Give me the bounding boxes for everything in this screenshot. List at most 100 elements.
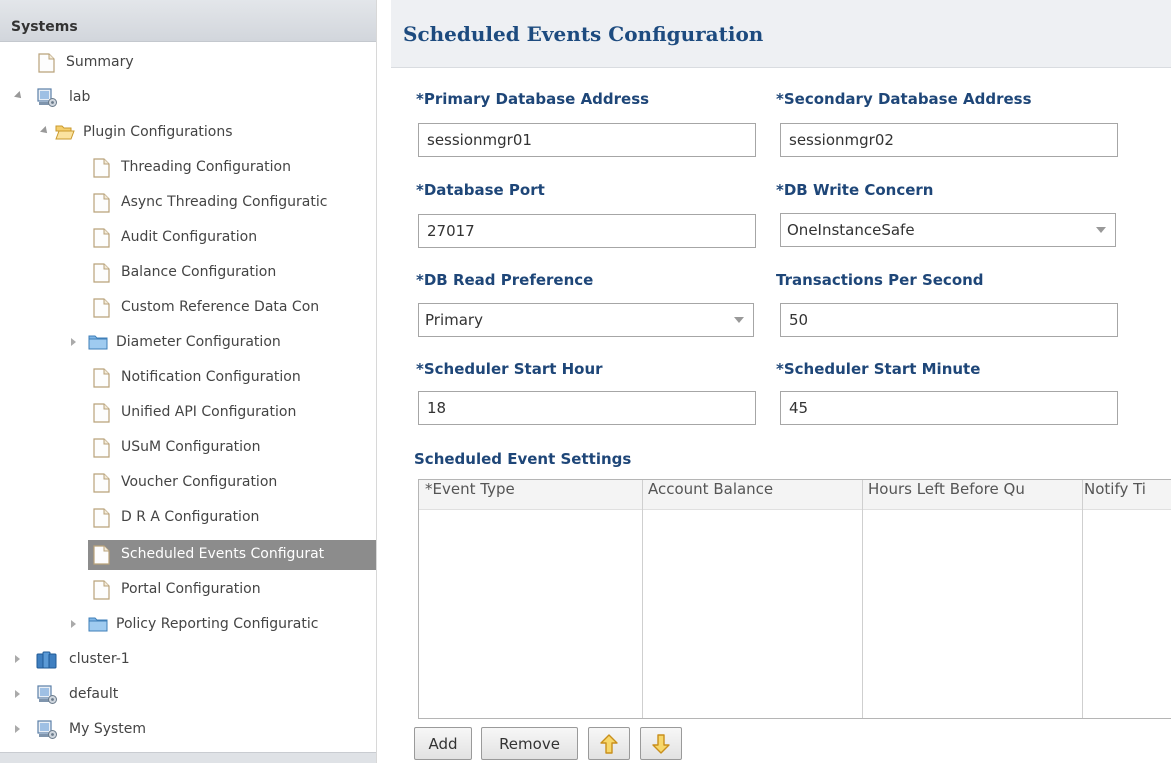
scheduled-event-settings-title: Scheduled Event Settings bbox=[414, 450, 632, 468]
expander-open-icon[interactable] bbox=[14, 91, 25, 103]
expander-closed-icon[interactable] bbox=[15, 725, 25, 735]
tree-item-label: Portal Configuration bbox=[121, 581, 261, 597]
expander-closed-icon[interactable] bbox=[71, 620, 81, 630]
folder-closed-icon bbox=[88, 333, 108, 353]
system-icon bbox=[36, 685, 57, 705]
column-header-hours-left[interactable]: Hours Left Before Qu bbox=[862, 480, 1082, 510]
primary-db-address-label: *Primary Database Address bbox=[416, 90, 650, 108]
db-port-label: *Database Port bbox=[416, 181, 545, 199]
cluster-icon bbox=[36, 650, 57, 670]
db-write-concern-value: OneInstanceSafe bbox=[787, 221, 915, 239]
add-button[interactable]: Add bbox=[414, 727, 472, 760]
db-read-preference-label: *DB Read Preference bbox=[416, 271, 594, 289]
expander-open-icon[interactable] bbox=[40, 126, 51, 138]
tree-item-label: lab bbox=[69, 89, 91, 105]
tree-item-label: Threading Configuration bbox=[121, 159, 291, 175]
document-icon bbox=[93, 228, 111, 248]
expander-closed-icon[interactable] bbox=[15, 690, 25, 700]
tree-item-label: Unified API Configuration bbox=[121, 404, 297, 420]
systems-tree-panel: Systems Summary lab Plugin Configurations T… bbox=[0, 0, 377, 763]
move-up-button[interactable] bbox=[588, 727, 630, 760]
column-divider bbox=[642, 480, 643, 718]
page-title: Scheduled Events Configuration bbox=[403, 22, 764, 46]
tree-item-label: D R A Configuration bbox=[121, 509, 260, 525]
tree-item-audit-configuration[interactable]: Audit Configuration bbox=[0, 223, 376, 253]
document-icon bbox=[38, 53, 56, 73]
scheduler-start-hour-label: *Scheduler Start Hour bbox=[416, 360, 603, 378]
tree-item-portal-configuration[interactable]: Portal Configuration bbox=[0, 575, 376, 605]
tree-item-plugin-configurations[interactable]: Plugin Configurations bbox=[0, 118, 376, 148]
systems-panel-title: Systems bbox=[11, 19, 78, 35]
tree-item-notification-configuration[interactable]: Notification Configuration bbox=[0, 363, 376, 393]
expander-closed-icon[interactable] bbox=[15, 655, 25, 665]
db-read-preference-value: Primary bbox=[425, 311, 483, 329]
arrow-down-icon bbox=[652, 733, 670, 754]
folder-open-icon bbox=[55, 123, 75, 143]
tree-item-label: Voucher Configuration bbox=[121, 474, 278, 490]
tree-item-policy-reporting-configuratic[interactable]: Policy Reporting Configuratic bbox=[0, 610, 376, 640]
tree-item-label: Balance Configuration bbox=[121, 264, 277, 280]
move-down-button[interactable] bbox=[640, 727, 682, 760]
tree-item-usum-configuration[interactable]: USuM Configuration bbox=[0, 433, 376, 463]
scheduler-start-hour-input[interactable] bbox=[418, 391, 756, 425]
column-divider bbox=[862, 480, 863, 718]
tree-item-cluster-1[interactable]: cluster-1 bbox=[0, 645, 376, 675]
transactions-per-second-label: Transactions Per Second bbox=[776, 271, 984, 289]
tree-item-label: My System bbox=[69, 721, 147, 737]
tree-item-label: Custom Reference Data Con bbox=[121, 299, 320, 315]
chevron-down-icon[interactable] bbox=[1085, 214, 1115, 246]
document-icon bbox=[93, 263, 111, 283]
db-port-input[interactable] bbox=[418, 214, 756, 248]
tree-item-label: Policy Reporting Configuratic bbox=[116, 616, 319, 632]
column-header-event-type[interactable]: *Event Type bbox=[419, 480, 642, 510]
db-read-preference-select[interactable]: Primary bbox=[418, 303, 754, 337]
tree-item-label: Plugin Configurations bbox=[83, 124, 233, 140]
tree-item-lab[interactable]: lab bbox=[0, 83, 376, 113]
expander-closed-icon[interactable] bbox=[71, 338, 81, 348]
document-icon bbox=[93, 508, 111, 528]
document-icon bbox=[93, 473, 111, 493]
scheduled-events-table[interactable]: *Event Type Account Balance Hours Left B… bbox=[418, 479, 1171, 719]
tree-item-label: Diameter Configuration bbox=[116, 334, 281, 350]
arrow-up-icon bbox=[600, 733, 618, 754]
remove-button[interactable]: Remove bbox=[481, 727, 578, 760]
tree-item-diameter-configuration[interactable]: Diameter Configuration bbox=[0, 328, 376, 358]
tree-item-threading-configuration[interactable]: Threading Configuration bbox=[0, 153, 376, 183]
tree-item-label: Audit Configuration bbox=[121, 229, 258, 245]
column-header-notify-time[interactable]: Notify Ti bbox=[1082, 480, 1171, 510]
tree-item-label: USuM Configuration bbox=[121, 439, 261, 455]
db-write-concern-label: *DB Write Concern bbox=[776, 181, 934, 199]
form-header: Scheduled Events Configuration bbox=[391, 0, 1171, 68]
tree-item-label: Async Threading Configuratic bbox=[121, 194, 328, 210]
folder-closed-icon bbox=[88, 615, 108, 635]
tree-item-voucher-configuration[interactable]: Voucher Configuration bbox=[0, 468, 376, 498]
column-header-account-balance[interactable]: Account Balance bbox=[642, 480, 862, 510]
tree-item-custom-reference-data-con[interactable]: Custom Reference Data Con bbox=[0, 293, 376, 323]
document-icon bbox=[93, 298, 111, 318]
chevron-down-icon[interactable] bbox=[723, 304, 753, 336]
tree-item-balance-configuration[interactable]: Balance Configuration bbox=[0, 258, 376, 288]
tree-panel-footer bbox=[0, 752, 376, 763]
tree-item-unified-api-configuration[interactable]: Unified API Configuration bbox=[0, 398, 376, 428]
document-icon bbox=[93, 403, 111, 423]
tree-item-default[interactable]: default bbox=[0, 680, 376, 710]
tree-item-summary[interactable]: Summary bbox=[0, 48, 376, 78]
tree-item-d-r-a-configuration[interactable]: D R A Configuration bbox=[0, 503, 376, 533]
system-icon bbox=[36, 88, 57, 108]
column-divider bbox=[1082, 480, 1083, 718]
systems-panel-header: Systems bbox=[0, 0, 376, 42]
transactions-per-second-input[interactable] bbox=[780, 303, 1118, 337]
tree-item-label: cluster-1 bbox=[69, 651, 130, 667]
tree-item-scheduled-events-configurat[interactable]: Scheduled Events Configurat bbox=[88, 540, 376, 570]
scheduler-start-minute-input[interactable] bbox=[780, 391, 1118, 425]
secondary-db-address-label: *Secondary Database Address bbox=[776, 90, 1032, 108]
scheduler-start-minute-label: *Scheduler Start Minute bbox=[776, 360, 981, 378]
primary-db-address-input[interactable] bbox=[418, 123, 756, 157]
secondary-db-address-input[interactable] bbox=[780, 123, 1118, 157]
tree-item-my-system[interactable]: My System bbox=[0, 715, 376, 745]
tree-item-label: default bbox=[69, 686, 119, 702]
tree-item-async-threading-configuratic[interactable]: Async Threading Configuratic bbox=[0, 188, 376, 218]
tree-item-label: Summary bbox=[66, 54, 134, 70]
db-write-concern-select[interactable]: OneInstanceSafe bbox=[780, 213, 1116, 247]
tree-item-label: Notification Configuration bbox=[121, 369, 301, 385]
